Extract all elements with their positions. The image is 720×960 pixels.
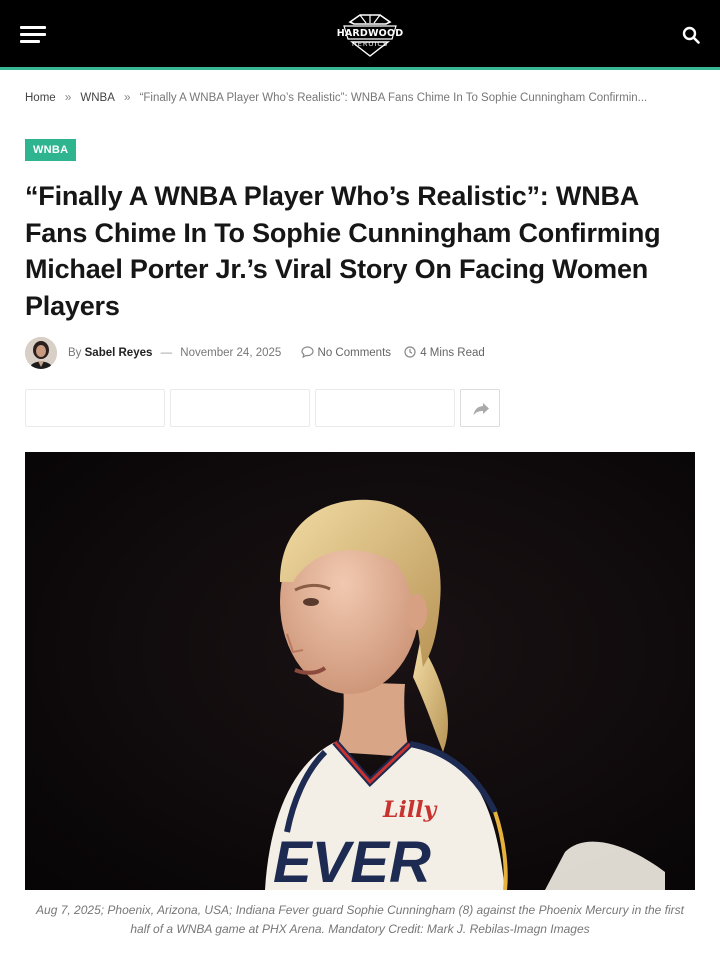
meta-line: By Sabel Reyes — November 24, 2025 No Co… bbox=[68, 346, 485, 359]
read-time-label: 4 Mins Read bbox=[420, 347, 485, 359]
jersey-team-text: EVER bbox=[273, 830, 431, 890]
author-avatar[interactable] bbox=[25, 337, 57, 369]
publish-date: November 24, 2025 bbox=[180, 347, 282, 359]
image-caption: Aug 7, 2025; Phoenix, Arizona, USA; Indi… bbox=[36, 903, 684, 936]
clock-icon bbox=[404, 346, 416, 358]
breadcrumb-current: “Finally A WNBA Player Who’s Realistic”:… bbox=[139, 92, 648, 104]
site-header: HARDWOOD HEROICS bbox=[0, 0, 720, 70]
byline-prefix: By bbox=[68, 347, 82, 359]
breadcrumb-separator: » bbox=[123, 90, 131, 104]
share-arrow-icon bbox=[473, 403, 489, 416]
comments-label: No Comments bbox=[317, 347, 392, 359]
comments-link[interactable]: No Comments bbox=[300, 346, 392, 359]
breadcrumb-separator: » bbox=[64, 90, 72, 104]
hamburger-menu-icon[interactable] bbox=[20, 26, 46, 44]
breadcrumb: Home » WNBA » “Finally A WNBA Player Who’s R… bbox=[25, 90, 705, 104]
jersey-sponsor-text: Lilly bbox=[382, 797, 439, 823]
share-button-twitter[interactable] bbox=[170, 389, 310, 427]
breadcrumb-category-link[interactable]: WNBA bbox=[80, 92, 115, 104]
hero-image: Lilly EVER bbox=[25, 452, 695, 890]
player-photo: Lilly EVER bbox=[25, 452, 695, 890]
share-button-facebook[interactable] bbox=[25, 389, 165, 427]
comment-bubble-icon bbox=[300, 346, 314, 358]
site-logo[interactable]: HARDWOOD HEROICS bbox=[336, 12, 404, 58]
category-badge[interactable]: WNBA bbox=[25, 139, 77, 161]
logo-text: HARDWOOD bbox=[336, 28, 404, 39]
article-meta: By Sabel Reyes — November 24, 2025 No Co… bbox=[25, 337, 705, 369]
search-icon[interactable] bbox=[682, 26, 700, 44]
author-name-link[interactable]: Sabel Reyes bbox=[85, 347, 153, 359]
logo-subtext: HEROICS bbox=[351, 40, 389, 48]
breadcrumb-home-link[interactable]: Home bbox=[25, 92, 56, 104]
meta-dash: — bbox=[160, 347, 173, 359]
read-time: 4 Mins Read bbox=[404, 346, 485, 359]
share-button-linkedin[interactable] bbox=[315, 389, 455, 427]
share-more-button[interactable] bbox=[460, 389, 500, 427]
article-title: “Finally A WNBA Player Who’s Realistic”:… bbox=[25, 181, 661, 321]
